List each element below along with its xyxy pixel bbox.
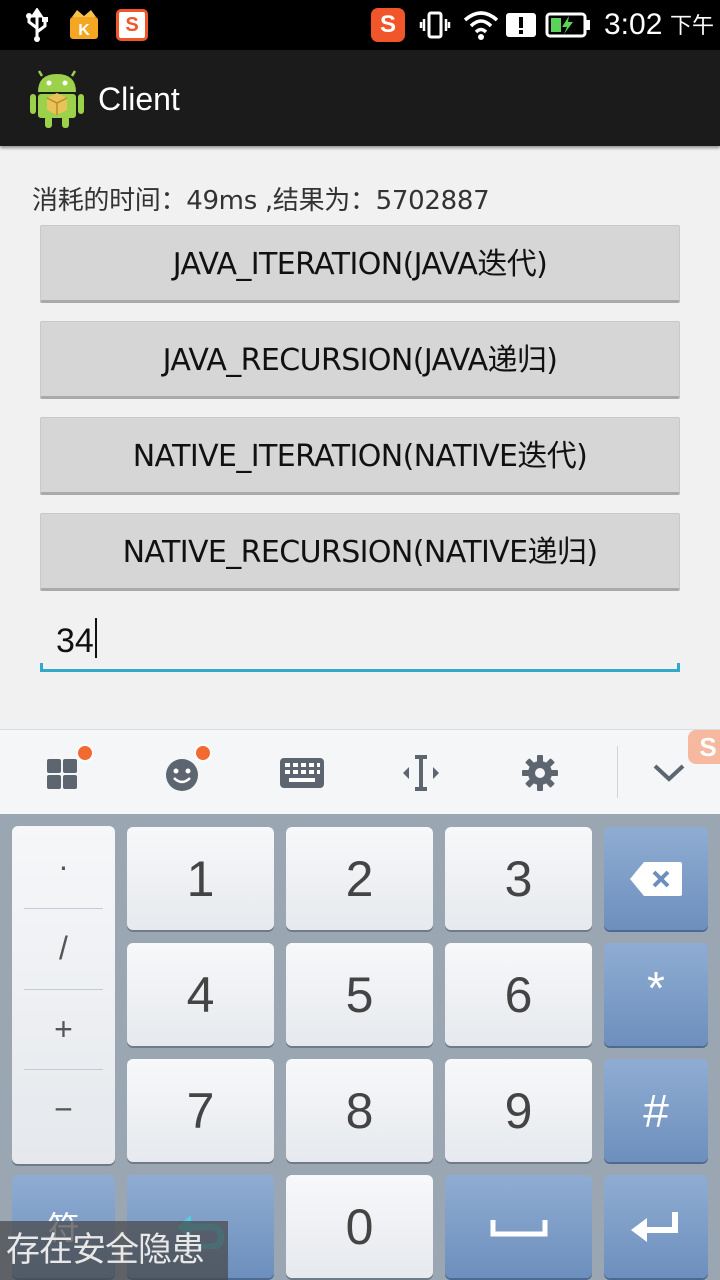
minus-key[interactable]: −	[12, 1069, 115, 1149]
apps-icon[interactable]	[20, 730, 110, 815]
star-key[interactable]: *	[604, 943, 708, 1046]
dot-key[interactable]: ·	[12, 826, 115, 906]
number-input-value: 34	[56, 618, 97, 661]
emoji-icon[interactable]	[139, 730, 229, 815]
emoji-badge	[194, 744, 212, 762]
security-warning-overlay: 存在安全隐患	[0, 1221, 228, 1280]
usb-icon	[22, 8, 52, 42]
clock-ampm: 下午	[670, 14, 715, 39]
battery-charging-icon	[544, 8, 592, 42]
enter-icon	[631, 1211, 678, 1242]
number-input-text: 34	[56, 622, 94, 660]
sogou-logo-icon: S	[688, 730, 720, 764]
kingroot-icon: K	[66, 8, 102, 42]
native-recursion-button[interactable]: NATIVE_RECURSION(NATIVE递归)	[40, 513, 680, 591]
java-recursion-button[interactable]: JAVA_RECURSION(JAVA递归)	[40, 321, 680, 399]
key-0[interactable]: 0	[286, 1175, 433, 1278]
settings-icon[interactable]	[495, 730, 585, 815]
keyboard-icon[interactable]	[257, 730, 347, 815]
hash-key[interactable]: #	[604, 1059, 708, 1162]
app-title: Client	[98, 81, 180, 117]
apps-badge	[76, 744, 94, 762]
key-5[interactable]: 5	[286, 943, 433, 1046]
vibrate-icon	[418, 8, 452, 42]
result-text: 消耗的时间：49ms ,结果为：5702887	[32, 186, 490, 216]
space-key[interactable]	[445, 1175, 592, 1278]
enter-key[interactable]	[604, 1175, 708, 1278]
key-3[interactable]: 3	[445, 827, 592, 930]
alert-icon	[504, 8, 538, 42]
plus-key[interactable]: +	[12, 989, 115, 1069]
symbol-column: · / + −	[12, 826, 115, 1164]
key-1[interactable]: 1	[127, 827, 274, 930]
number-input[interactable]: 34	[40, 612, 680, 672]
sogou-ime-icon: S	[370, 8, 406, 42]
wifi-icon	[462, 8, 500, 42]
cursor-icon[interactable]	[376, 730, 466, 815]
svg-text:K: K	[78, 22, 90, 39]
native-iteration-button[interactable]: NATIVE_ITERATION(NATIVE迭代)	[40, 417, 680, 495]
sogou-icon: S	[114, 8, 150, 42]
status-bar: K S S 3:02 下午	[0, 0, 720, 50]
input-underline	[40, 663, 680, 672]
java-iteration-button[interactable]: JAVA_ITERATION(JAVA迭代)	[40, 225, 680, 303]
action-bar: Client	[0, 50, 720, 146]
text-cursor	[94, 618, 97, 658]
key-9[interactable]: 9	[445, 1059, 592, 1162]
space-icon	[490, 1219, 547, 1236]
slash-key[interactable]: /	[12, 908, 115, 988]
key-6[interactable]: 6	[445, 943, 592, 1046]
numeric-keyboard: · / + − 1 2 3 4 5 6 * 7 8 9 # 符 0	[0, 814, 720, 1280]
key-8[interactable]: 8	[286, 1059, 433, 1162]
key-7[interactable]: 7	[127, 1059, 274, 1162]
backspace-icon	[630, 861, 682, 896]
toolbar-divider	[617, 746, 618, 798]
android-app-icon	[30, 68, 84, 130]
key-4[interactable]: 4	[127, 943, 274, 1046]
key-2[interactable]: 2	[286, 827, 433, 930]
keyboard-toolbar: S	[0, 729, 720, 814]
clock-time: 3:02	[604, 8, 663, 41]
backspace-key[interactable]	[604, 827, 708, 930]
